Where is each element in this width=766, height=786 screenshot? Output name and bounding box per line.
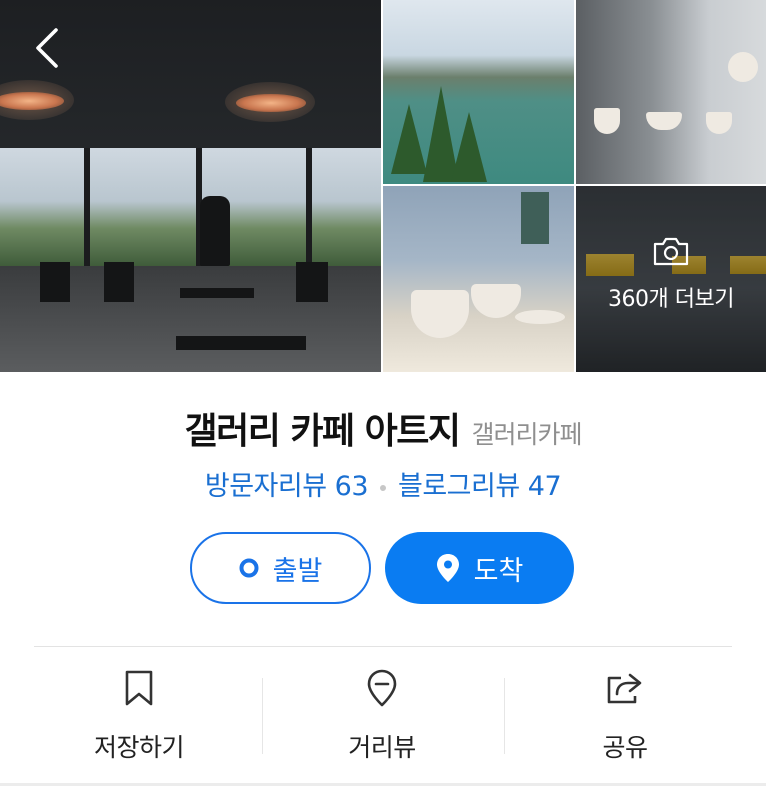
- visitor-reviews-link[interactable]: 방문자리뷰 63: [205, 471, 369, 502]
- share-button[interactable]: 공유: [546, 666, 704, 766]
- street-view-label: 거리뷰: [348, 733, 416, 762]
- window-view: [0, 148, 381, 266]
- tree: [451, 112, 487, 182]
- chair-silhouette: [296, 262, 328, 302]
- chevron-left-icon: [28, 28, 68, 74]
- back-button[interactable]: [28, 26, 68, 70]
- chair-silhouette: [40, 262, 70, 302]
- street-view-pin-icon: [366, 666, 398, 710]
- pendant-lamp: [236, 94, 306, 112]
- shelf-photo[interactable]: [576, 0, 766, 184]
- lake-photo[interactable]: [383, 0, 574, 184]
- window-mullion: [306, 148, 312, 266]
- blog-reviews-link[interactable]: 블로그리뷰 47: [398, 471, 562, 502]
- table-silhouette: [180, 288, 254, 298]
- ceramic-object: [728, 52, 758, 82]
- cup: [471, 284, 521, 318]
- person-silhouette: [200, 196, 230, 266]
- divider: [34, 646, 732, 647]
- saucer: [515, 310, 565, 324]
- title-row: 갤러리 카페 아트지 갤러리카페: [0, 402, 766, 454]
- place-name: 갤러리 카페 아트지: [184, 411, 461, 452]
- place-category: 갤러리카페: [471, 420, 583, 449]
- camera-icon: [652, 235, 690, 271]
- action-separator: [504, 678, 505, 754]
- more-photos-button[interactable]: 360개 더보기: [576, 186, 766, 372]
- origin-dot-icon: [239, 558, 259, 578]
- table-silhouette: [176, 336, 306, 350]
- photo-gallery: 360개 더보기: [0, 0, 766, 372]
- chair-silhouette: [104, 262, 134, 302]
- share-icon: [606, 666, 644, 710]
- place-info-panel: 갤러리 카페 아트지 갤러리카페 방문자리뷰 63 블로그리뷰 47 출발 도착: [0, 372, 766, 786]
- window-mullion: [84, 148, 90, 266]
- tree: [391, 104, 427, 174]
- ceramic-object: [594, 108, 620, 134]
- ceramic-object: [706, 112, 732, 134]
- start-button[interactable]: 출발: [190, 532, 371, 604]
- save-label: 저장하기: [93, 733, 185, 762]
- ceramic-object: [646, 112, 682, 130]
- arrive-button-label: 도착: [473, 555, 524, 587]
- more-photos-label: 360개 더보기: [608, 287, 734, 312]
- street-view-button[interactable]: 거리뷰: [303, 666, 461, 766]
- start-button-label: 출발: [272, 555, 323, 587]
- action-separator: [262, 678, 263, 754]
- share-label: 공유: [602, 733, 648, 762]
- wall-art: [521, 192, 549, 244]
- bookmark-icon: [124, 666, 154, 710]
- action-bar: 저장하기 거리뷰 공유: [0, 666, 766, 766]
- save-button[interactable]: 저장하기: [60, 666, 218, 766]
- separator-dot: [380, 484, 386, 491]
- arrive-button[interactable]: 도착: [385, 532, 574, 604]
- map-pin-icon: [436, 553, 460, 583]
- review-row: 방문자리뷰 63 블로그리뷰 47: [0, 464, 766, 503]
- cups-photo[interactable]: [383, 186, 574, 372]
- cup: [411, 290, 469, 338]
